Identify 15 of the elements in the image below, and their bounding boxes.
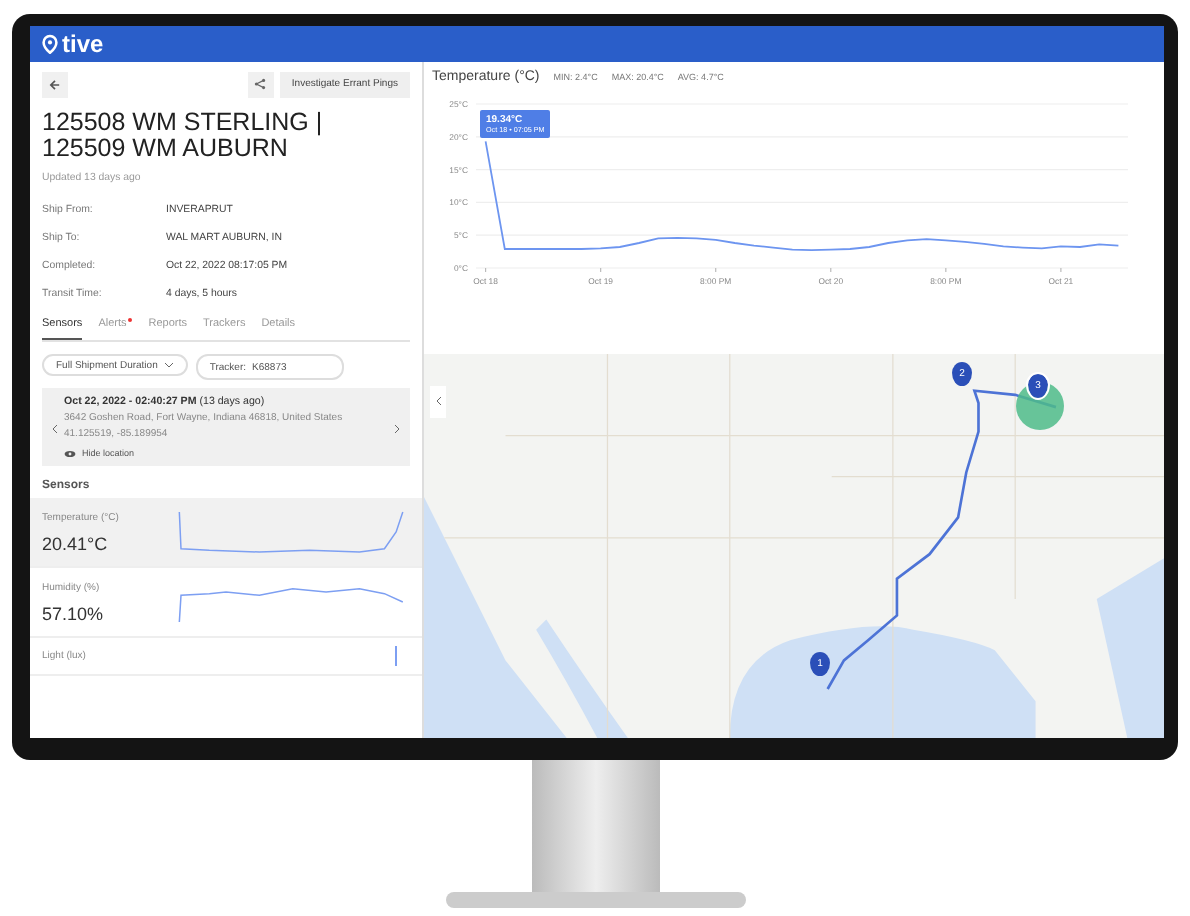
logo: tive [62,30,104,58]
shipment-title: 125508 WM STERLING | 125509 WM AUBURN [42,110,325,162]
chevron-down-icon [163,362,174,368]
share-button[interactable] [247,71,274,97]
arrow-left-icon [48,77,62,91]
chevron-left-icon [52,423,58,433]
sparkline [394,646,398,666]
eye-icon [64,449,76,457]
back-button[interactable] [42,71,68,97]
chevron-left-icon [435,395,441,405]
sensor-value: 20.41°C [42,533,110,553]
sensor-value: 57.10% [42,603,106,623]
share-icon [254,78,267,90]
location-pin-icon [42,34,58,54]
chevron-right-icon [394,423,400,433]
